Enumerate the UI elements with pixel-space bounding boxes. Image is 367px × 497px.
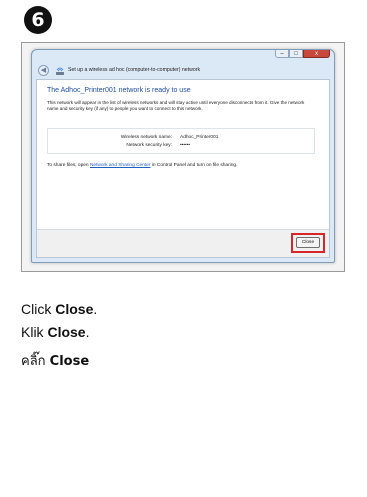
instruction-th-bold: Close	[49, 354, 90, 369]
network-sharing-center-link[interactable]: Network and Sharing Center	[90, 163, 151, 168]
instruction-english: Click Close.	[21, 301, 97, 317]
maximize-button[interactable]: □	[289, 50, 303, 58]
page-heading: The Adhoc_Printer001 network is ready to…	[47, 87, 191, 94]
instruction-indonesian: Klik Close.	[21, 324, 89, 340]
instruction-id-suffix: .	[85, 324, 90, 340]
description-text: This network will appear in the list of …	[47, 100, 305, 111]
share-prefix: To share files, open	[47, 163, 90, 168]
instruction-en-suffix: .	[93, 301, 98, 317]
instruction-id-bold: Close	[47, 324, 86, 340]
network-name-label: Wireless network name:	[120, 135, 172, 140]
instruction-en-prefix: Click	[21, 301, 56, 317]
window-title: Set up a wireless ad hoc (computer-to-co…	[68, 67, 201, 73]
dialog-window: – □ x ◀ Set up a wireless ad hoc (comput…	[31, 49, 335, 263]
share-instructions: To share files, open Network and Sharing…	[47, 163, 237, 169]
security-key-label: Network security key:	[126, 143, 172, 148]
title-bar: – □ x	[32, 50, 334, 60]
screenshot-frame: – □ x ◀ Set up a wireless ad hoc (comput…	[21, 42, 345, 272]
instruction-th-prefix: คลิ๊ก	[21, 354, 50, 369]
back-arrow-icon[interactable]: ◀	[38, 65, 49, 76]
share-suffix: in Control Panel and turn on file sharin…	[150, 163, 238, 168]
network-name-value: Adhoc_Printer001	[180, 135, 219, 140]
network-info-box: Wireless network name: Adhoc_Printer001 …	[47, 128, 315, 154]
security-key-value: ••••••	[180, 143, 191, 148]
wizard-nav-bar: ◀ Set up a wireless ad hoc (computer-to-…	[36, 64, 330, 78]
instruction-id-prefix: Klik	[21, 324, 48, 340]
window-close-button[interactable]: x	[303, 50, 330, 58]
dialog-footer: Close	[37, 230, 329, 257]
wireless-network-icon	[56, 67, 64, 75]
instruction-en-bold: Close	[55, 301, 94, 317]
step-number-badge: 6	[24, 6, 52, 34]
minimize-button[interactable]: –	[275, 50, 289, 58]
wizard-content: The Adhoc_Printer001 network is ready to…	[36, 79, 330, 258]
close-highlight-box	[291, 233, 325, 253]
instruction-thai: คลิ๊ก Close	[21, 350, 89, 371]
